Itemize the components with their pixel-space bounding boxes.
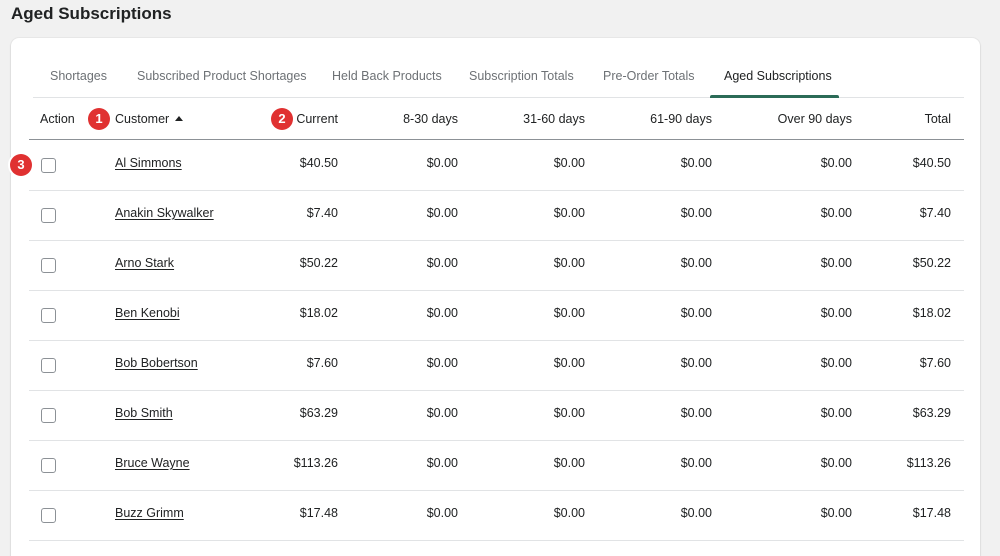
days-8-30-cell: $0.00 <box>426 456 458 470</box>
annotation-badge-1: 1 <box>88 108 110 130</box>
column-header-total[interactable]: Total <box>851 98 951 140</box>
days-8-30-cell: $0.00 <box>426 256 458 270</box>
days-31-60-cell: $0.00 <box>553 356 585 370</box>
tab-aged-subscriptions[interactable]: Aged Subscriptions <box>724 38 832 98</box>
row-select-checkbox[interactable] <box>41 158 56 173</box>
current-cell: $113.26 <box>293 456 338 470</box>
total-cell: $7.60 <box>919 356 951 370</box>
annotation-badge-2: 2 <box>271 108 293 130</box>
row-select-checkbox[interactable] <box>41 408 56 423</box>
days-8-30-cell: $0.00 <box>426 506 458 520</box>
sort-ascending-icon <box>175 116 184 121</box>
customer-link[interactable]: Bob Bobertson <box>115 356 198 370</box>
tab-pre-order-totals[interactable]: Pre-Order Totals <box>603 38 694 98</box>
days-8-30-cell: $0.00 <box>426 156 458 170</box>
days-31-60-cell: $0.00 <box>553 156 585 170</box>
days-61-90-cell: $0.00 <box>680 456 712 470</box>
days-61-90-cell: $0.00 <box>680 406 712 420</box>
customer-link[interactable]: Ben Kenobi <box>115 306 180 320</box>
column-header-customer[interactable]: Customer <box>115 98 184 140</box>
total-cell: $63.29 <box>912 406 951 420</box>
row-select-checkbox[interactable] <box>41 208 56 223</box>
days-8-30-cell: $0.00 <box>426 406 458 420</box>
over-90-days-cell: $0.00 <box>820 506 852 520</box>
row-select-checkbox[interactable] <box>41 308 56 323</box>
table-row: Bob Bobertson $7.60 $0.00 $0.00 $0.00 $0… <box>29 341 964 391</box>
customer-link[interactable]: Bob Smith <box>115 406 173 420</box>
days-61-90-cell: $0.00 <box>680 256 712 270</box>
days-31-60-cell: $0.00 <box>553 206 585 220</box>
tab-subscription-totals[interactable]: Subscription Totals <box>469 38 574 98</box>
tab-held-back-products[interactable]: Held Back Products <box>332 38 442 98</box>
customer-link[interactable]: Al Simmons <box>115 156 182 170</box>
column-header-action: Action <box>40 112 75 126</box>
days-31-60-cell: $0.00 <box>553 506 585 520</box>
total-cell: $18.02 <box>912 306 951 320</box>
over-90-days-cell: $0.00 <box>820 406 852 420</box>
report-tabs: Shortages Subscribed Product Shortages H… <box>33 38 964 98</box>
tab-shortages[interactable]: Shortages <box>50 38 107 98</box>
total-cell: $7.40 <box>919 206 951 220</box>
column-header-customer-label: Customer <box>115 112 170 126</box>
table-header: Action Customer Current 8-30 days 31-60 … <box>29 98 964 140</box>
over-90-days-cell: $0.00 <box>820 206 852 220</box>
aged-subscriptions-card: Shortages Subscribed Product Shortages H… <box>11 38 980 556</box>
customer-link[interactable]: Arno Stark <box>115 256 174 270</box>
days-31-60-cell: $0.00 <box>553 456 585 470</box>
customer-link[interactable]: Anakin Skywalker <box>115 206 214 220</box>
total-cell: $17.48 <box>912 506 951 520</box>
over-90-days-cell: $0.00 <box>820 306 852 320</box>
days-61-90-cell: $0.00 <box>680 306 712 320</box>
days-61-90-cell: $0.00 <box>680 506 712 520</box>
days-8-30-cell: $0.00 <box>426 206 458 220</box>
subscriptions-table-body: Al Simmons $40.50 $0.00 $0.00 $0.00 $0.0… <box>29 141 964 541</box>
table-row: Arno Stark $50.22 $0.00 $0.00 $0.00 $0.0… <box>29 241 964 291</box>
column-header-over-90-days[interactable]: Over 90 days <box>752 98 852 140</box>
over-90-days-cell: $0.00 <box>820 356 852 370</box>
current-cell: $63.29 <box>299 406 338 420</box>
days-31-60-cell: $0.00 <box>553 406 585 420</box>
current-cell: $40.50 <box>299 156 338 170</box>
days-61-90-cell: $0.00 <box>680 206 712 220</box>
row-select-checkbox[interactable] <box>41 508 56 523</box>
table-row: Bruce Wayne $113.26 $0.00 $0.00 $0.00 $0… <box>29 441 964 491</box>
column-header-31-60-days[interactable]: 31-60 days <box>485 98 585 140</box>
total-cell: $113.26 <box>906 456 951 470</box>
customer-link[interactable]: Bruce Wayne <box>115 456 190 470</box>
days-61-90-cell: $0.00 <box>680 356 712 370</box>
table-row: Anakin Skywalker $7.40 $0.00 $0.00 $0.00… <box>29 191 964 241</box>
page-title: Aged Subscriptions <box>11 4 172 23</box>
annotation-badge-3: 3 <box>10 154 32 176</box>
row-select-checkbox[interactable] <box>41 458 56 473</box>
table-row: Bob Smith $63.29 $0.00 $0.00 $0.00 $0.00… <box>29 391 964 441</box>
column-header-61-90-days[interactable]: 61-90 days <box>612 98 712 140</box>
days-31-60-cell: $0.00 <box>553 306 585 320</box>
over-90-days-cell: $0.00 <box>820 156 852 170</box>
days-61-90-cell: $0.00 <box>680 156 712 170</box>
customer-link[interactable]: Buzz Grimm <box>115 506 184 520</box>
over-90-days-cell: $0.00 <box>820 456 852 470</box>
total-cell: $40.50 <box>912 156 951 170</box>
days-8-30-cell: $0.00 <box>426 306 458 320</box>
current-cell: $7.40 <box>306 206 338 220</box>
days-31-60-cell: $0.00 <box>553 256 585 270</box>
over-90-days-cell: $0.00 <box>820 256 852 270</box>
table-row: Ben Kenobi $18.02 $0.00 $0.00 $0.00 $0.0… <box>29 291 964 341</box>
row-select-checkbox[interactable] <box>41 358 56 373</box>
tab-subscribed-product-shortages[interactable]: Subscribed Product Shortages <box>137 38 307 98</box>
days-8-30-cell: $0.00 <box>426 356 458 370</box>
current-cell: $18.02 <box>299 306 338 320</box>
total-cell: $50.22 <box>912 256 951 270</box>
current-cell: $17.48 <box>299 506 338 520</box>
current-cell: $7.60 <box>306 356 338 370</box>
row-select-checkbox[interactable] <box>41 258 56 273</box>
current-cell: $50.22 <box>299 256 338 270</box>
table-row: Buzz Grimm $17.48 $0.00 $0.00 $0.00 $0.0… <box>29 491 964 541</box>
column-header-8-30-days[interactable]: 8-30 days <box>358 98 458 140</box>
table-row: Al Simmons $40.50 $0.00 $0.00 $0.00 $0.0… <box>29 141 964 191</box>
